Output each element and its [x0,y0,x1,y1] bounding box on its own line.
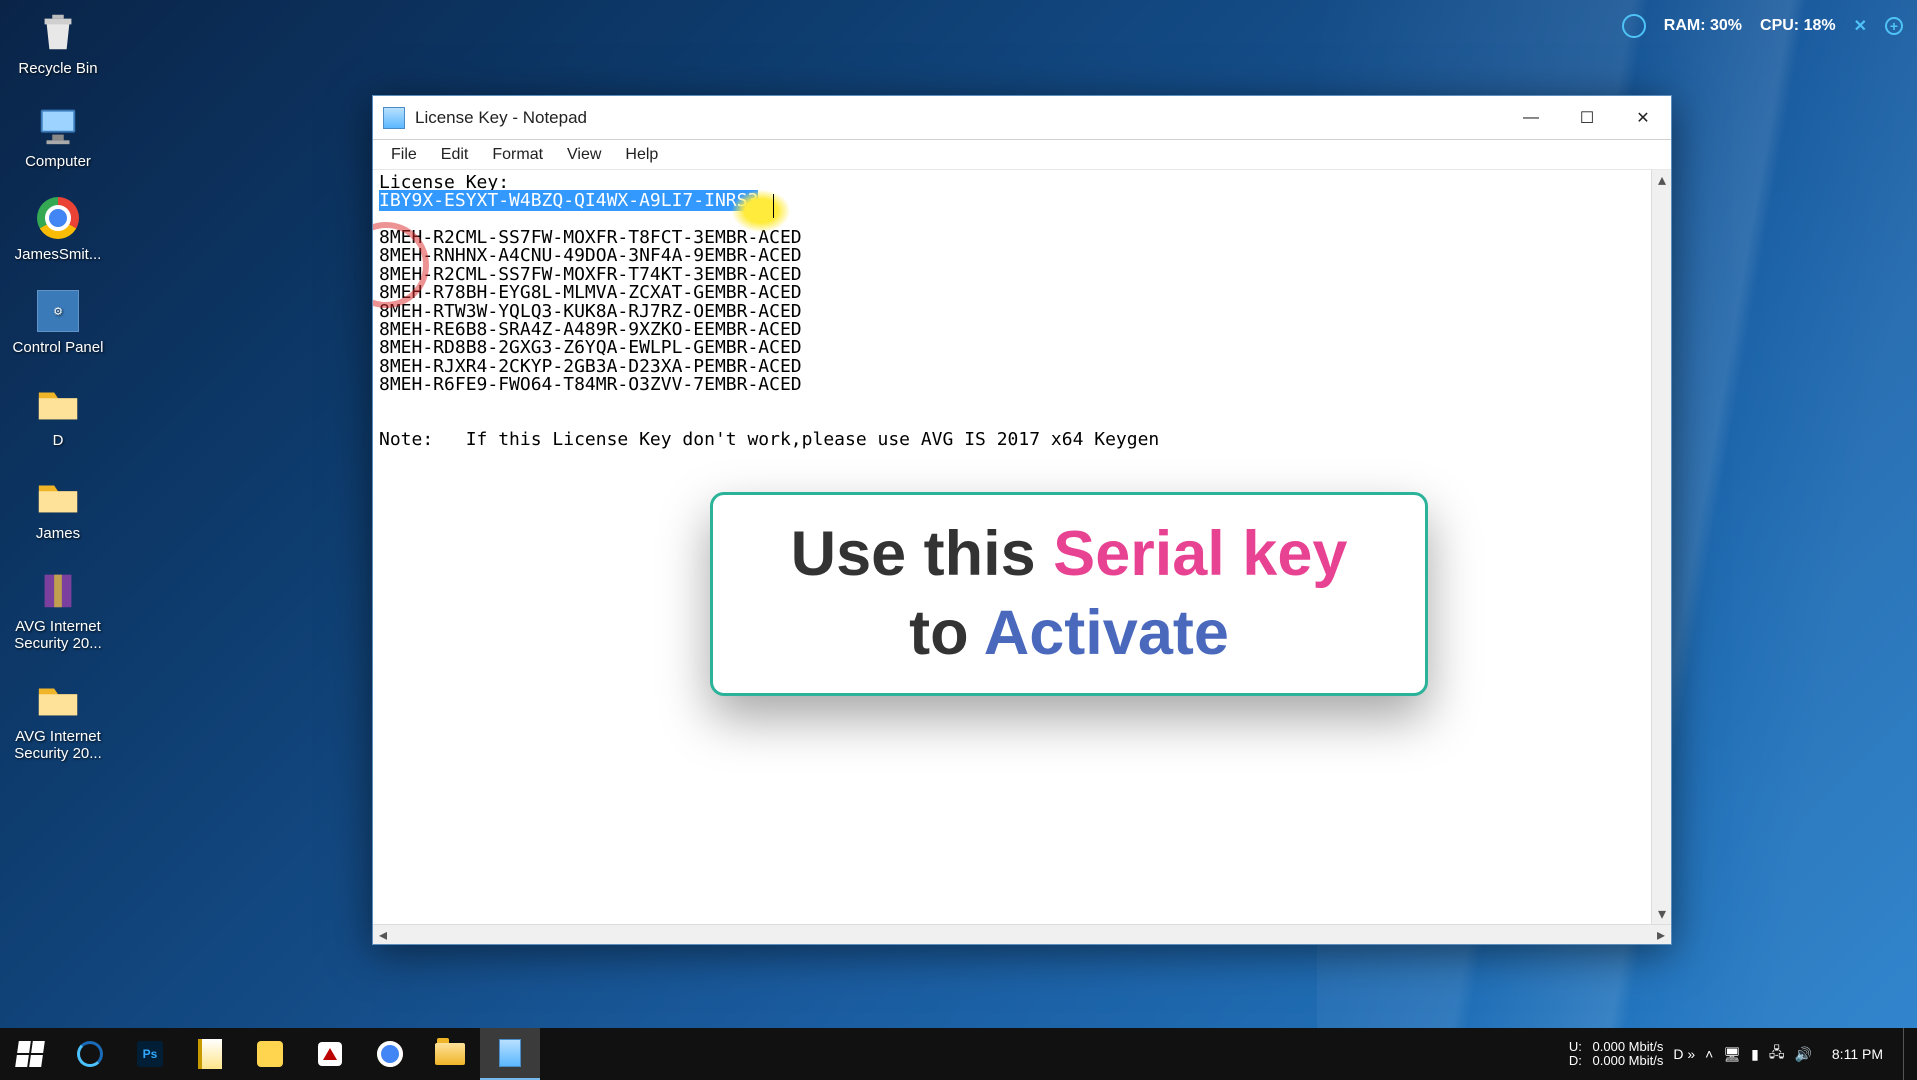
desktop-icon-label: AVG Internet Security 20... [8,618,108,652]
notepad-icon [383,107,405,129]
close-button[interactable]: ✕ [1615,96,1671,140]
control-panel-icon: ⚙ [34,287,82,335]
net-dn-label: D: [1569,1054,1589,1068]
callout-part: Use this [791,519,1054,589]
edge-icon [77,1041,103,1067]
notepad-icon [499,1039,521,1067]
cpu-usage: CPU: 18% [1760,17,1836,35]
computer-icon [34,101,82,149]
net-extra: D » [1673,1046,1695,1062]
taskbar-photoshop[interactable]: Ps [120,1028,180,1080]
menu-edit[interactable]: Edit [429,142,481,168]
taskbar-anyformat[interactable] [300,1028,360,1080]
desktop-icons: Recycle Bin Computer JamesSmit... ⚙ Cont… [8,8,108,762]
titlebar[interactable]: License Key - Notepad — ☐ ✕ [373,96,1671,140]
taskbar-right: U: 0.000 Mbit/s D: 0.000 Mbit/s D » ˄ 🖥 … [1569,1028,1917,1080]
net-dn-value: 0.000 Mbit/s [1593,1053,1664,1068]
callout-activate: Activate [984,598,1229,668]
desktop-icon-label: James [36,525,80,542]
taskbar-sticky-notes[interactable] [180,1028,240,1080]
taskbar: Ps U: 0.000 Mbit/s D: 0.000 Mbit/s D » ˄… [0,1028,1917,1080]
taskbar-clock[interactable]: 8:11 PM [1822,1046,1893,1062]
net-up-label: U: [1569,1040,1589,1054]
maximize-button[interactable]: ☐ [1559,96,1615,140]
scroll-right-arrow[interactable]: ▸ [1651,925,1671,945]
tray-battery-icon[interactable]: ▮ [1751,1046,1759,1063]
tray-network-icon[interactable]: 🖧 [1769,1042,1785,1066]
instruction-callout: Use this Serial key to Activate [710,492,1428,696]
desktop-icon-folder-d[interactable]: D [8,380,108,449]
stats-close-icon[interactable]: ✕ [1854,16,1867,36]
chrome-icon [34,194,82,242]
window-title: License Key - Notepad [415,108,587,128]
folder-icon [34,676,82,724]
ram-usage: RAM: 30% [1664,17,1742,35]
windows-logo-icon [15,1041,45,1067]
selected-license-key: IBY9X-ESYXT-W4BZQ-QI4WX-A9LI7-INRS3 [379,190,758,211]
taskbar-chrome[interactable] [360,1028,420,1080]
tray-up-icon[interactable]: ˄ [1705,1046,1713,1062]
tray-icons: ˄ 🖥 ▮ 🖧 🔊 [1705,1042,1812,1066]
scroll-down-arrow[interactable]: ▾ [1652,904,1672,924]
vertical-scrollbar[interactable]: ▴ ▾ [1651,170,1671,924]
menu-help[interactable]: Help [613,142,670,168]
recycle-bin-icon [34,8,82,56]
system-stats-overlay: RAM: 30% CPU: 18% ✕ + [1622,14,1903,38]
desktop-icon-label: Recycle Bin [18,60,97,77]
tray-volume-icon[interactable]: 🔊 [1794,1046,1811,1063]
taskbar-explorer[interactable] [420,1028,480,1080]
taskbar-app-generic[interactable] [240,1028,300,1080]
desktop-icon-avg-folder[interactable]: AVG Internet Security 20... [8,676,108,762]
scroll-left-arrow[interactable]: ◂ [373,925,393,945]
text-caret [773,194,774,218]
triangle-app-icon [318,1042,342,1066]
menu-format[interactable]: Format [480,142,555,168]
network-stats: U: 0.000 Mbit/s D: 0.000 Mbit/s [1569,1040,1663,1069]
desktop-icon-folder-james[interactable]: James [8,473,108,542]
folder-icon [34,380,82,428]
desktop-icon-label: AVG Internet Security 20... [8,728,108,762]
folder-icon [435,1043,465,1065]
scroll-up-arrow[interactable]: ▴ [1652,170,1672,190]
desktop-icon-chrome-shortcut[interactable]: JamesSmit... [8,194,108,263]
menu-file[interactable]: File [379,142,429,168]
taskbar-left: Ps [0,1028,540,1080]
app-icon [257,1041,283,1067]
stats-circle-icon [1622,14,1646,38]
note-icon [198,1039,222,1069]
stats-add-icon[interactable]: + [1885,17,1903,35]
desktop-icon-computer[interactable]: Computer [8,101,108,170]
chrome-icon [377,1041,403,1067]
desktop-icon-label: D [53,432,64,449]
archive-icon [34,566,82,614]
desktop-icon-control-panel[interactable]: ⚙ Control Panel [8,287,108,356]
folder-icon [34,473,82,521]
tray-monitor-icon[interactable]: 🖥 [1723,1046,1741,1063]
start-button[interactable] [0,1028,60,1080]
desktop-icon-label: JamesSmit... [15,246,102,263]
taskbar-notepad-active[interactable] [480,1028,540,1080]
callout-part: to [909,598,984,668]
license-key-line: 8MEH-R6FE9-FWO64-T84MR-O3ZVV-7EMBR-ACED [379,374,802,395]
menubar: File Edit Format View Help [373,140,1671,170]
minimize-button[interactable]: — [1503,96,1559,140]
callout-serial-key: Serial key [1053,519,1347,589]
net-up-value: 0.000 Mbit/s [1593,1039,1664,1054]
desktop-icon-recycle-bin[interactable]: Recycle Bin [8,8,108,77]
desktop-icon-avg-archive[interactable]: AVG Internet Security 20... [8,566,108,652]
note-line: Note: If this License Key don't work,ple… [379,429,1159,450]
show-desktop-button[interactable] [1903,1028,1911,1080]
desktop-icon-label: Control Panel [13,339,104,356]
callout-text: Use this Serial key to Activate [791,515,1348,673]
horizontal-scrollbar[interactable]: ◂ ▸ [373,924,1671,944]
desktop-icon-label: Computer [25,153,91,170]
menu-view[interactable]: View [555,142,613,168]
photoshop-icon: Ps [137,1041,163,1067]
taskbar-edge[interactable] [60,1028,120,1080]
